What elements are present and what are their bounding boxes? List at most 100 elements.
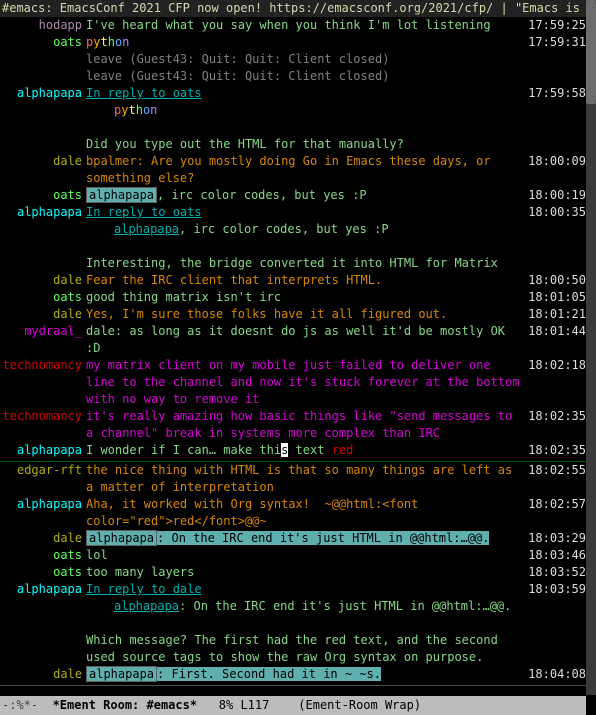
nick: mydraal_: [0, 323, 86, 340]
message-text: python: [86, 34, 526, 51]
message-row: oats python 17:59:31: [0, 34, 586, 51]
nick: technomancy: [0, 357, 86, 374]
nick: edgar-rft: [0, 462, 86, 479]
modeline-position: 8%: [219, 698, 233, 712]
modeline-line: L117: [240, 698, 269, 712]
timestamp: 17:59:25: [526, 17, 586, 34]
message-text: I wonder if I can… make this text red: [86, 442, 526, 459]
message-text: In reply to oatspython: [86, 85, 526, 119]
reply-link[interactable]: In reply to: [86, 205, 173, 219]
message-row: edgar-rft the nice thing with HTML is th…: [0, 462, 586, 496]
reply-target[interactable]: oats: [173, 86, 202, 100]
separator: [0, 685, 586, 686]
message-row: alphapapa In reply to oatsalphapapa, irc…: [0, 204, 586, 238]
timestamp: 18:00:35: [526, 204, 586, 221]
message-text: alphapapa: On the IRC end it's just HTML…: [86, 530, 526, 547]
chat-window: #emacs: EmacsConf 2021 CFP now open! htt…: [0, 0, 596, 715]
timestamp: 18:03:52: [526, 564, 586, 581]
modeline-mode: (Ement-Room Wrap): [298, 698, 421, 712]
message-text: Did you type out the HTML for that manua…: [86, 119, 526, 153]
timestamp: 18:04:08: [526, 666, 586, 683]
timestamp: 18:03:29: [526, 530, 586, 547]
message-row: technomancy my matrix client on my mobil…: [0, 357, 586, 408]
message-row: Which message? The first had the red tex…: [0, 615, 586, 666]
system-text: leave (Guest43: Quit: Quit: Client close…: [86, 68, 526, 85]
modeline-status: -:%*-: [2, 698, 38, 712]
nick: alphapapa: [0, 496, 86, 513]
message-text: lol: [86, 547, 526, 564]
message-text: I've heard what you say when you think I…: [86, 17, 526, 34]
message-text: In reply to oatsalphapapa, irc color cod…: [86, 204, 526, 238]
timestamp: 18:01:44: [526, 323, 586, 340]
timestamp: 17:59:31: [526, 34, 586, 51]
message-row: oats too many layers 18:03:52: [0, 564, 586, 581]
message-text: dale: as long as it doesnt do js as well…: [86, 323, 526, 357]
message-text: alphapapa: First. Second had it in ~ ~s.: [86, 666, 526, 683]
scrollbar[interactable]: [586, 0, 596, 695]
nick: alphapapa: [0, 85, 86, 102]
system-row: leave (Guest43: Quit: Quit: Client close…: [0, 68, 586, 85]
timestamp: 18:00:50: [526, 272, 586, 289]
nick: hodapp: [0, 17, 86, 34]
message-text: Aha, it worked with Org syntax! ~@@html:…: [86, 496, 526, 530]
reply-target[interactable]: dale: [173, 582, 202, 596]
nick: alphapapa: [0, 204, 86, 221]
reply-link[interactable]: In reply to: [86, 86, 173, 100]
mode-line: -:%*- *Ement Room: #emacs* 8% L117 (Emen…: [0, 696, 586, 715]
timestamp: 17:59:58: [526, 85, 586, 102]
message-row: mydraal_ dale: as long as it doesnt do j…: [0, 323, 586, 357]
nick: dale: [0, 306, 86, 323]
mention[interactable]: alphapapa: [114, 599, 179, 613]
nick: oats: [0, 564, 86, 581]
nick: dale: [0, 530, 86, 547]
message-list[interactable]: hodapp I've heard what you say when you …: [0, 17, 586, 693]
system-row: leave (Guest43: Quit: Quit: Client close…: [0, 51, 586, 68]
message-text: my matrix client on my mobile just faile…: [86, 357, 526, 408]
timestamp: 18:01:21: [526, 306, 586, 323]
channel-topic: #emacs: EmacsConf 2021 CFP now open! htt…: [0, 0, 590, 17]
nick: oats: [0, 547, 86, 564]
message-text: Yes, I'm sure those folks have it all fi…: [86, 306, 526, 323]
mention[interactable]: alphapapa: [114, 222, 179, 236]
message-row: alphapapa I wonder if I can… make this t…: [0, 442, 586, 459]
message-text: too many layers: [86, 564, 526, 581]
nick: oats: [0, 289, 86, 306]
message-row: dale Fear the IRC client that interprets…: [0, 272, 586, 289]
reply-link[interactable]: In reply to: [86, 582, 173, 596]
message-text: Fear the IRC client that interprets HTML…: [86, 272, 526, 289]
message-row: dale bpalmer: Are you mostly doing Go in…: [0, 153, 586, 187]
nick: dale: [0, 153, 86, 170]
mention[interactable]: alphapapa: [86, 530, 157, 546]
nick: dale: [0, 272, 86, 289]
timestamp: 18:00:09: [526, 153, 586, 170]
message-row: oats good thing matrix isn't irc 18:01:0…: [0, 289, 586, 306]
timestamp: 18:01:05: [526, 289, 586, 306]
message-text: bpalmer: Are you mostly doing Go in Emac…: [86, 153, 526, 187]
nick: oats: [0, 187, 86, 204]
timestamp: 18:02:57: [526, 496, 586, 513]
nick: oats: [0, 34, 86, 51]
message-row: alphapapa In reply to dalealphapapa: On …: [0, 581, 586, 615]
message-row: oats lol 18:03:46: [0, 547, 586, 564]
message-row: Interesting, the bridge converted it int…: [0, 238, 586, 272]
scrollbar-thumb[interactable]: [586, 0, 596, 104]
modeline-buffer: *Ement Room: #emacs*: [53, 698, 198, 712]
mention[interactable]: alphapapa: [86, 666, 157, 682]
system-text: leave (Guest43: Quit: Quit: Client close…: [86, 51, 526, 68]
message-text: it's really amazing how basic things lik…: [86, 408, 526, 442]
nick: technomancy: [0, 408, 86, 425]
message-text: the nice thing with HTML is that so many…: [86, 462, 526, 496]
message-row: oats alphapapa, irc color codes, but yes…: [0, 187, 586, 204]
reply-target[interactable]: oats: [173, 205, 202, 219]
message-text: In reply to dalealphapapa: On the IRC en…: [86, 581, 526, 615]
timestamp: 18:03:59: [526, 581, 586, 598]
message-text: good thing matrix isn't irc: [86, 289, 526, 306]
message-row: Did you type out the HTML for that manua…: [0, 119, 586, 153]
mention[interactable]: alphapapa: [86, 187, 157, 203]
timestamp: 18:02:18: [526, 357, 586, 374]
message-row: dale alphapapa: On the IRC end it's just…: [0, 530, 586, 547]
message-row: dale Yes, I'm sure those folks have it a…: [0, 306, 586, 323]
message-text: alphapapa, irc color codes, but yes :P: [86, 187, 526, 204]
timestamp: 18:02:35: [526, 442, 586, 459]
nick: alphapapa: [0, 442, 86, 459]
